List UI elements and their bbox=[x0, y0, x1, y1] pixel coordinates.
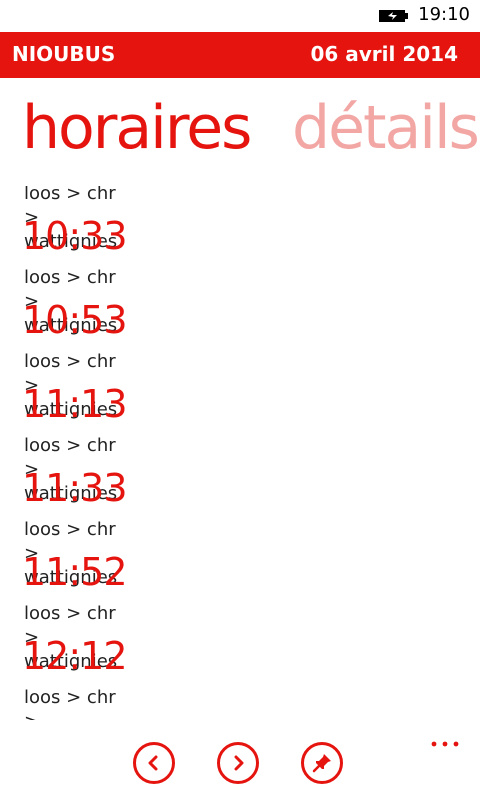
tab-details[interactable]: détails bbox=[292, 86, 480, 170]
status-bar: 19:10 bbox=[0, 0, 480, 32]
next-button[interactable] bbox=[217, 742, 259, 784]
app-header: NIOUBUS 06 avril 2014 bbox=[0, 32, 480, 78]
departure-time: 12:12 bbox=[22, 634, 128, 678]
header-date: 06 avril 2014 bbox=[310, 42, 458, 66]
tab-horaires[interactable]: horaires bbox=[22, 86, 252, 170]
previous-button[interactable] bbox=[133, 742, 175, 784]
app-title: NIOUBUS bbox=[12, 42, 116, 66]
departure-time: 11:13 bbox=[22, 382, 128, 426]
pin-button[interactable] bbox=[301, 742, 343, 784]
departure-time: 11:52 bbox=[22, 550, 128, 594]
departure-time: 10:53 bbox=[22, 298, 128, 342]
app-bar-bottom bbox=[0, 720, 480, 800]
departure-time: 11:33 bbox=[22, 466, 128, 510]
battery-charging-icon bbox=[379, 10, 408, 22]
pin-icon bbox=[312, 754, 331, 773]
status-clock: 19:10 bbox=[418, 4, 470, 25]
schedule-list[interactable]: loos > chr > wattignies 10:33 loos > chr… bbox=[0, 186, 480, 720]
more-dots-icon[interactable] bbox=[431, 740, 459, 748]
chevron-right-icon bbox=[234, 755, 244, 771]
route-text: loos > chr > wattignies bbox=[24, 687, 116, 720]
chevron-left-icon bbox=[148, 755, 158, 771]
pivot-header: horaires détails bbox=[0, 86, 480, 170]
departure-time: 10:33 bbox=[22, 214, 128, 258]
